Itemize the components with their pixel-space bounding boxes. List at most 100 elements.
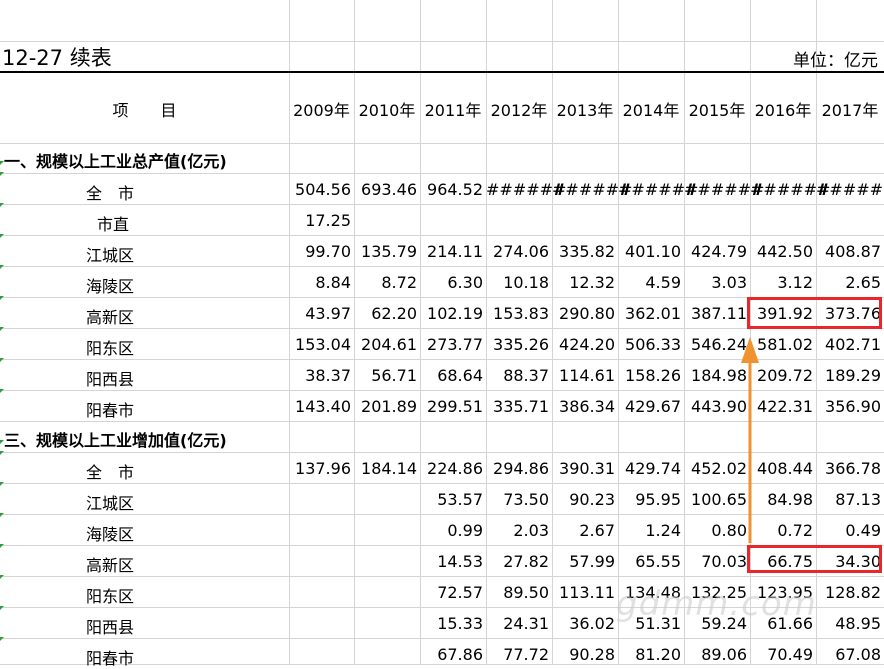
cell-marker — [0, 327, 4, 331]
cell-marker — [0, 358, 4, 362]
table-cell: 424.20 — [559, 335, 615, 354]
table-cell: 81.20 — [635, 645, 681, 664]
cell-marker — [0, 575, 4, 579]
table-cell: 273.77 — [427, 335, 483, 354]
table-cell: 87.13 — [835, 490, 881, 509]
table-cell: 506.33 — [625, 335, 681, 354]
table-cell: 335.82 — [559, 242, 615, 261]
table-cell: 90.28 — [569, 645, 615, 664]
table-cell: 402.71 — [825, 335, 881, 354]
table-cell: 8.84 — [315, 273, 351, 292]
year-header: 2012年 — [490, 101, 548, 120]
table-cell: 73.50 — [503, 490, 549, 509]
grid-row-line — [0, 638, 884, 639]
table-cell: 102.19 — [427, 304, 483, 323]
row-label: 阳东区 — [86, 339, 135, 358]
table-cell: 1.24 — [645, 521, 681, 540]
row-label: 江城区 — [86, 246, 135, 265]
year-header: 2013年 — [556, 101, 614, 120]
section-title: 一、规模以上工业总产值(亿元) — [4, 152, 227, 171]
table-cell: 128.82 — [825, 583, 881, 602]
row-label: 阳西县 — [86, 370, 135, 389]
table-cell: 77.72 — [503, 645, 549, 664]
grid-row-line — [0, 173, 884, 174]
cell-marker — [0, 234, 4, 238]
table-cell: 65.55 — [635, 552, 681, 571]
table-cell: 429.74 — [625, 459, 681, 478]
row-label: 全 市 — [86, 184, 135, 203]
table-cell: 224.86 — [427, 459, 483, 478]
grid-row-line — [0, 143, 884, 144]
cell-marker — [0, 172, 4, 176]
table-cell: 3.03 — [711, 273, 747, 292]
table-cell: 335.26 — [493, 335, 549, 354]
table-cell: 62.20 — [371, 304, 417, 323]
row-label: 阳东区 — [86, 587, 135, 606]
year-header: 2010年 — [358, 101, 416, 120]
table-cell: 135.79 — [361, 242, 417, 261]
table-cell: 964.52 — [427, 180, 483, 199]
table-cell: 2.03 — [513, 521, 549, 540]
table-cell: ###### — [816, 180, 884, 199]
table-cell: 504.56 — [295, 180, 351, 199]
row-label: 阳春市 — [86, 649, 135, 668]
table-cell: 693.46 — [361, 180, 417, 199]
cell-marker — [0, 482, 4, 486]
table-cell: ###### — [552, 180, 633, 199]
table-cell: 386.34 — [559, 397, 615, 416]
row-label: 市直 — [97, 215, 130, 234]
highlight-box-output — [747, 297, 882, 329]
table-cell: 335.71 — [493, 397, 549, 416]
table-cell: 12.32 — [569, 273, 615, 292]
table-cell: 17.25 — [305, 211, 351, 230]
table-cell: ###### — [684, 180, 765, 199]
table-cell: 113.11 — [559, 583, 615, 602]
header-item-label: 项 目 — [112, 101, 177, 120]
table-cell: 189.29 — [825, 366, 881, 385]
table-cell: 0.99 — [447, 521, 483, 540]
grid-row-line — [0, 266, 884, 267]
table-cell: 143.40 — [295, 397, 351, 416]
year-header: 2011年 — [424, 101, 482, 120]
table-cell: 442.50 — [757, 242, 813, 261]
year-header: 2017年 — [821, 101, 879, 120]
table-cell: 137.96 — [295, 459, 351, 478]
grid-row-line — [0, 235, 884, 236]
table-cell: 24.31 — [503, 614, 549, 633]
table-cell: 356.90 — [825, 397, 881, 416]
year-header: 2016年 — [754, 101, 812, 120]
table-cell: 36.02 — [569, 614, 615, 633]
table-cell: 429.67 — [625, 397, 681, 416]
grid-row-line — [0, 576, 884, 577]
table-cell: 2.67 — [579, 521, 615, 540]
table-cell: 67.08 — [835, 645, 881, 664]
cell-marker — [0, 265, 4, 269]
table-cell: 99.70 — [305, 242, 351, 261]
table-cell: 48.95 — [835, 614, 881, 633]
table-cell: 366.78 — [825, 459, 881, 478]
section-title: 三、规模以上工业增加值(亿元) — [4, 431, 227, 450]
table-cell: 2.65 — [845, 273, 881, 292]
cell-marker — [0, 161, 4, 165]
table-cell: 88.37 — [503, 366, 549, 385]
table-cell: 70.03 — [701, 552, 747, 571]
table-cell: 408.87 — [825, 242, 881, 261]
row-label: 江城区 — [86, 494, 135, 513]
cell-marker — [0, 544, 4, 548]
table-cell: 424.79 — [691, 242, 747, 261]
table-cell: 56.71 — [371, 366, 417, 385]
table-cell: 6.30 — [447, 273, 483, 292]
cell-marker — [0, 451, 4, 455]
table-cell: ###### — [486, 180, 567, 199]
table-cell: 53.57 — [437, 490, 483, 509]
table-cell: 290.80 — [559, 304, 615, 323]
table-cell: 57.99 — [569, 552, 615, 571]
year-header: 2009年 — [293, 101, 350, 120]
cell-marker — [0, 513, 4, 517]
arrow-annotation — [741, 337, 759, 543]
table-cell: 89.50 — [503, 583, 549, 602]
table-cell: 114.61 — [559, 366, 615, 385]
table-cell: 153.83 — [493, 304, 549, 323]
row-label: 高新区 — [86, 556, 135, 575]
table-cell: ###### — [618, 180, 699, 199]
